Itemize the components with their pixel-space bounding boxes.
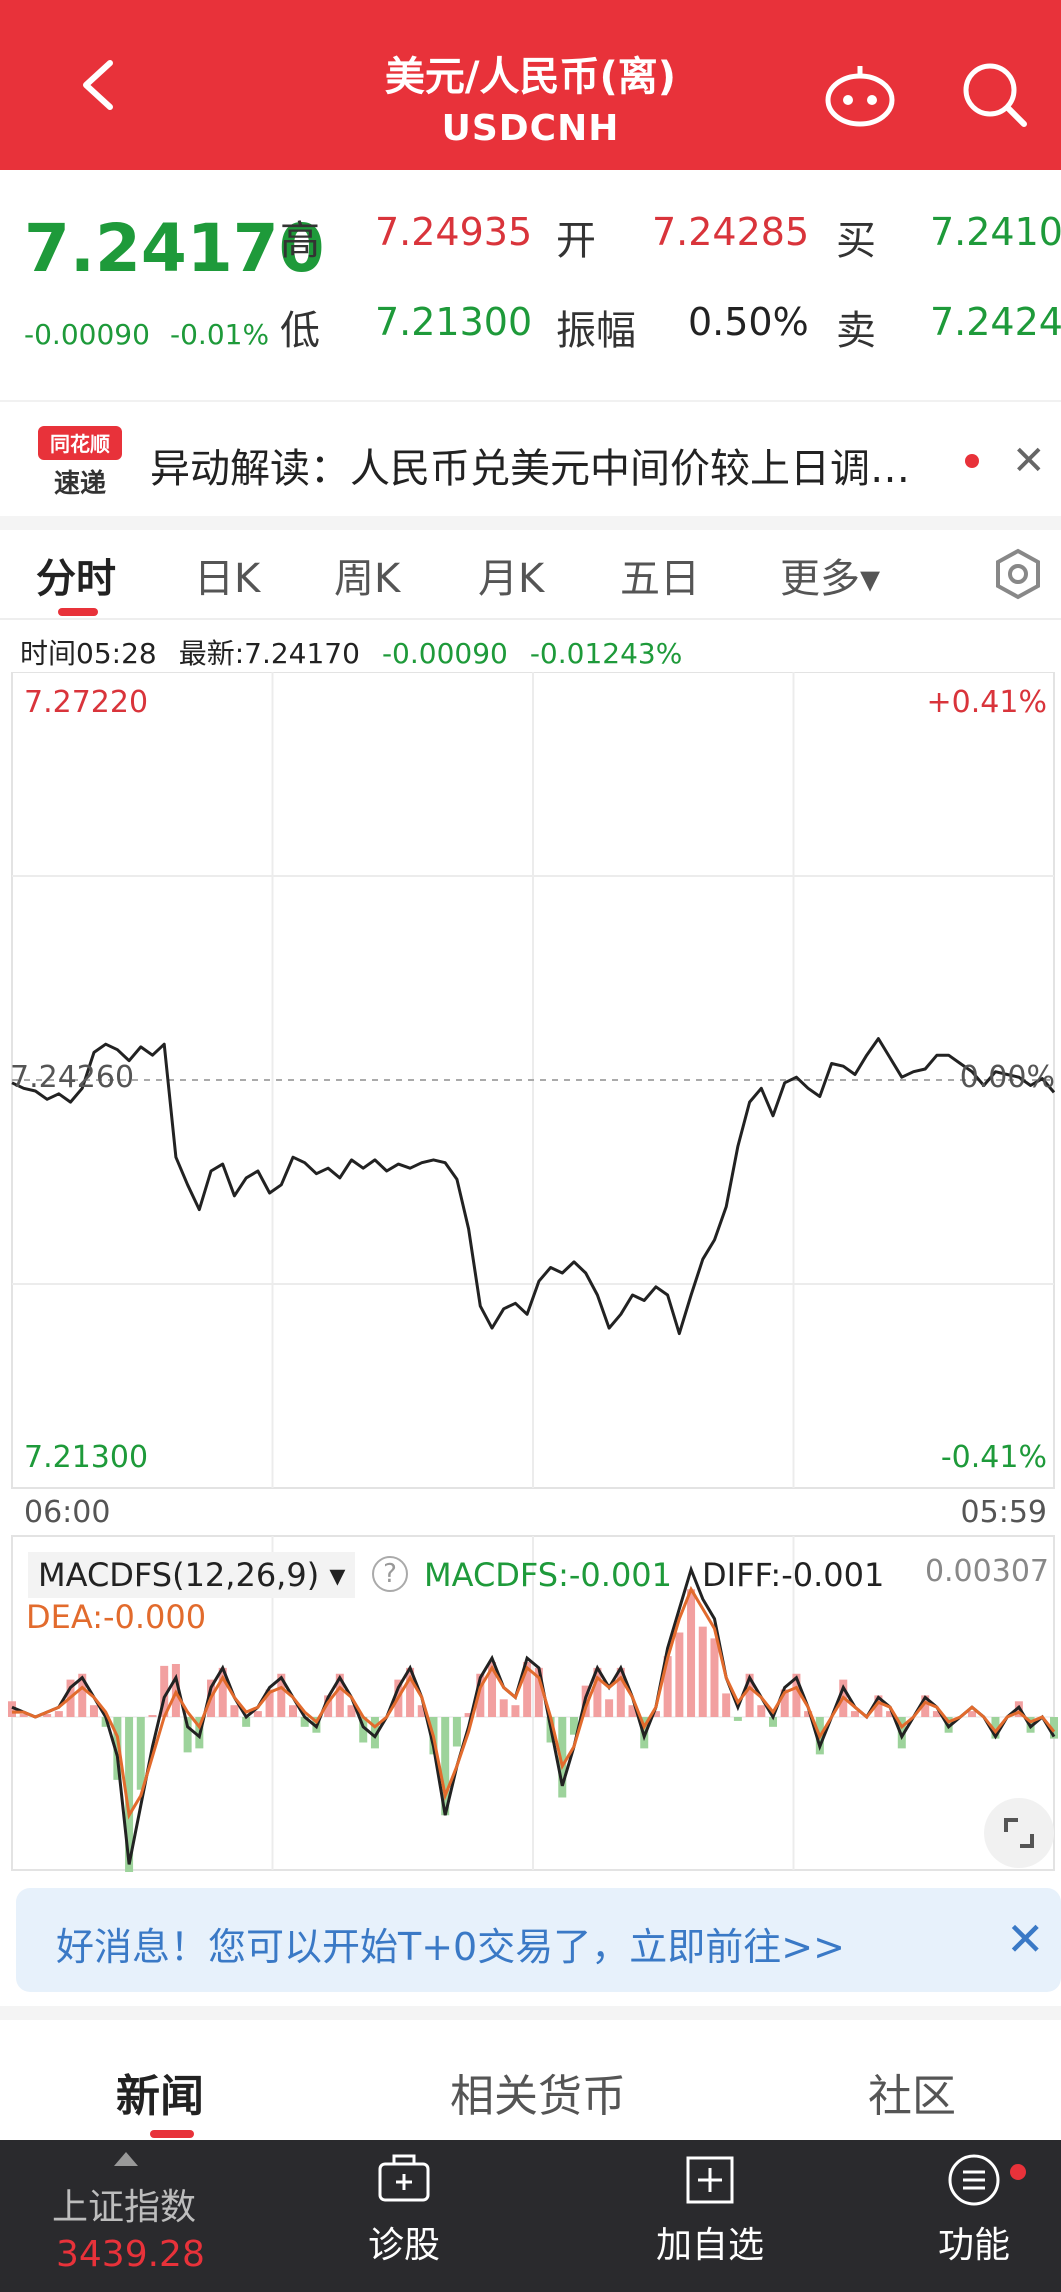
news-flash[interactable]: 同花顺 速递 异动解读：人民币兑美元中间价较上日调… ✕	[0, 400, 1061, 520]
macd-indicator-select[interactable]: MACDFS(12,26,9) ▾	[28, 1552, 356, 1598]
bid-label: 买	[836, 218, 876, 264]
x-label-end: 05:59	[960, 1495, 1047, 1530]
flash-logo-bottom: 速递	[54, 468, 106, 499]
nav-functions-label: 功能	[937, 2225, 1010, 2266]
amplitude-value: 0.50%	[688, 300, 809, 344]
tab-intraday[interactable]: 分时	[36, 546, 116, 604]
close-icon[interactable]: ✕	[1006, 1912, 1045, 1966]
index-name[interactable]: 上证指数	[52, 2178, 196, 2230]
top-bar: 美元/人民币(离) USDCNH	[0, 0, 1061, 170]
intraday-chart[interactable]	[0, 672, 1061, 1872]
y-label-low: 7.21300	[24, 1440, 149, 1475]
help-icon[interactable]: ?	[372, 1556, 408, 1592]
divider	[0, 618, 1061, 620]
tab-underline	[150, 2130, 194, 2138]
promo-text[interactable]: 好消息！您可以开始T+0交易了，立即前往>>	[56, 1916, 845, 1971]
quote-panel: 7.24170 -0.00090 -0.01% 高 7.24935 开 7.24…	[0, 170, 1061, 400]
flash-text[interactable]: 异动解读：人民币兑美元中间价较上日调…	[150, 436, 910, 494]
info-change-pct: -0.01243%	[529, 637, 683, 670]
tab-daily-k[interactable]: 日K	[194, 546, 260, 604]
open-value: 7.24285	[652, 210, 810, 254]
crosshair-info: 时间05:28 最新:7.24170 -0.00090 -0.01243%	[20, 632, 704, 672]
menu-circle-icon	[948, 2154, 1000, 2206]
tab-related-currency[interactable]: 相关货币	[450, 2060, 626, 2124]
period-tabs: 分时 日K 周K 月K 五日 更多▾	[0, 530, 1061, 620]
y-label-ref: 7.24260	[10, 1060, 135, 1095]
amplitude-label: 振幅	[556, 308, 636, 354]
nav-functions[interactable]: 功能	[894, 2140, 1054, 2268]
bid-value: 7.24100	[930, 210, 1061, 254]
page-title: 美元/人民币(离)	[384, 54, 677, 100]
robot-icon[interactable]	[820, 60, 900, 130]
notification-dot	[1010, 2164, 1026, 2180]
info-time: 时间05:28	[20, 637, 157, 670]
dea-value: DEA:-0.000	[26, 1598, 207, 1636]
add-square-icon	[686, 2156, 734, 2204]
page-subtitle: USDCNH	[441, 108, 620, 149]
briefcase-plus-icon	[378, 2154, 430, 2202]
macdfs-value: MACDFS:-0.001	[424, 1556, 673, 1594]
flash-logo-top: 同花顺	[50, 432, 110, 456]
y-label-low-pct: -0.41%	[940, 1440, 1047, 1475]
tab-underline	[58, 608, 98, 616]
tab-community[interactable]: 社区	[868, 2060, 956, 2124]
tab-more[interactable]: 更多▾	[780, 546, 880, 604]
low-label: 低	[280, 308, 320, 354]
y-label-high: 7.27220	[24, 685, 149, 720]
info-latest: 最新:7.24170	[178, 637, 360, 670]
y-label-ref-pct: 0.00%	[959, 1060, 1055, 1095]
ask-value: 7.24240	[930, 300, 1061, 344]
price-change-pct: -0.01%	[170, 318, 270, 351]
unread-dot	[965, 454, 979, 468]
expand-icon[interactable]	[984, 1798, 1054, 1868]
high-label: 高	[280, 218, 320, 264]
ask-label: 卖	[836, 308, 876, 354]
tab-five-day[interactable]: 五日	[620, 546, 700, 604]
bottom-nav: 上证指数 3439.28 诊股 加自选 功能	[0, 2140, 1061, 2292]
expand-up-icon[interactable]	[114, 2152, 138, 2166]
close-icon[interactable]: ✕	[1012, 438, 1046, 484]
low-value: 7.21300	[375, 300, 533, 344]
x-label-start: 06:00	[24, 1495, 111, 1530]
price-change: -0.00090	[24, 318, 150, 351]
tab-monthly-k[interactable]: 月K	[478, 546, 544, 604]
content-tabs: 新闻 相关货币 社区	[0, 2030, 1061, 2140]
nav-diagnose-label: 诊股	[367, 2225, 440, 2266]
divider	[0, 2006, 1061, 2020]
search-icon[interactable]	[958, 58, 1030, 130]
nav-add-watchlist-label: 加自选	[655, 2225, 764, 2266]
hexagon-gear-icon[interactable]	[992, 548, 1044, 600]
y-label-high-pct: +0.41%	[926, 685, 1047, 720]
divider	[0, 516, 1061, 530]
nav-add-watchlist[interactable]: 加自选	[630, 2140, 790, 2268]
info-change: -0.00090	[381, 637, 508, 670]
tab-news[interactable]: 新闻	[116, 2060, 204, 2124]
macd-max-value: 0.00307	[924, 1554, 1049, 1589]
nav-diagnose[interactable]: 诊股	[324, 2140, 484, 2268]
high-value: 7.24935	[375, 210, 533, 254]
tab-weekly-k[interactable]: 周K	[334, 546, 400, 604]
diff-value: DIFF:-0.001	[702, 1556, 885, 1594]
flash-logo: 同花顺 速递	[38, 426, 122, 499]
index-value: 3439.28	[56, 2234, 205, 2275]
open-label: 开	[556, 218, 596, 264]
promo-banner[interactable]: 好消息！您可以开始T+0交易了，立即前往>> ✕	[16, 1888, 1061, 1992]
